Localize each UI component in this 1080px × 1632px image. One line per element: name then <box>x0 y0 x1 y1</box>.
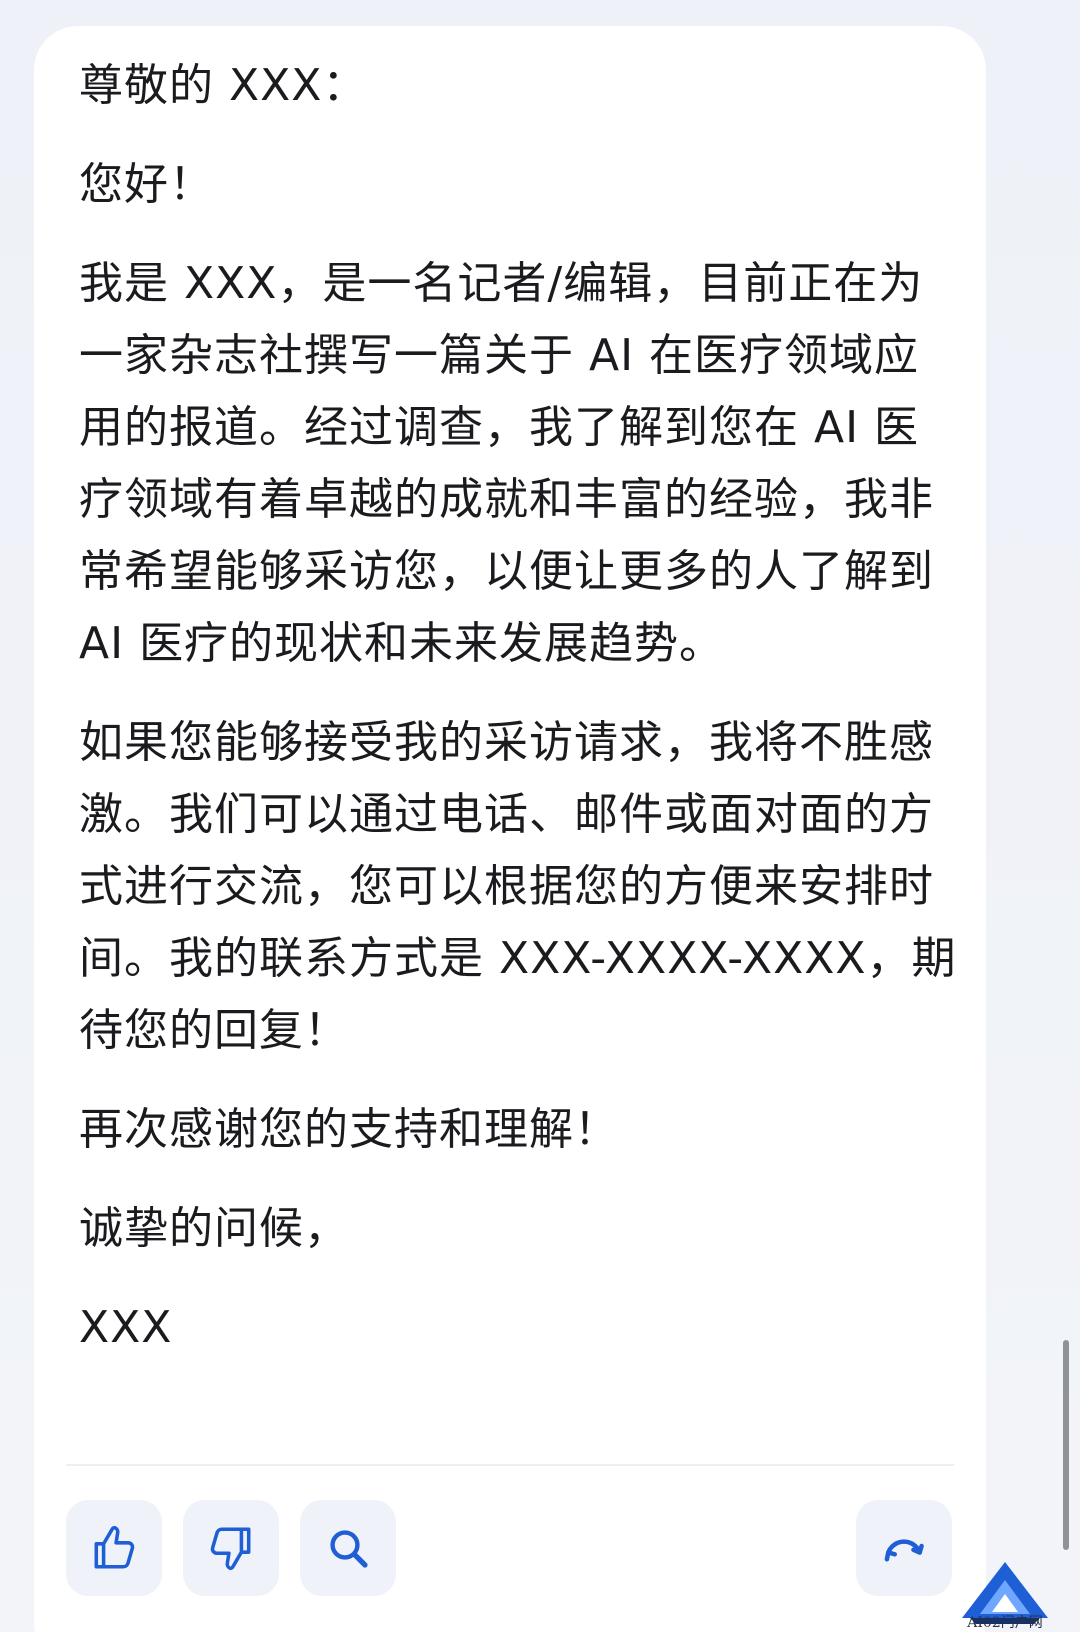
greeting-line: 尊敬的 XXX： <box>79 60 368 111</box>
search-icon <box>330 1530 368 1568</box>
thumbs-up-icon <box>94 1525 135 1569</box>
hello-line: 您好！ <box>79 159 214 210</box>
intro-paragraph: 我是 XXX，是一名记者/编辑，目前正在为一家杂志社撰写一篇关于 AI 在医疗领… <box>79 258 934 669</box>
signature-line: XXX <box>79 1302 173 1353</box>
like-button[interactable] <box>66 1500 162 1596</box>
closing-line: 诚挚的问候， <box>79 1203 349 1254</box>
dislike-button[interactable] <box>183 1500 279 1596</box>
search-button[interactable] <box>300 1500 396 1596</box>
request-paragraph: 如果您能够接受我的采访请求，我将不胜感激。我们可以通过电话、邮件或面对面的方式进… <box>79 717 957 1056</box>
watermark-text: AI02门户网 <box>967 1615 1043 1631</box>
chat-screen: 尊敬的 XXX： 您好！ 我是 XXX，是一名记者/编辑，目前正在为一家杂志社撰… <box>0 0 1080 1632</box>
scrollbar[interactable] <box>1063 1340 1069 1550</box>
action-divider <box>66 1464 954 1466</box>
message-body: 尊敬的 XXX： 您好！ 我是 XXX，是一名记者/编辑，目前正在为一家杂志社撰… <box>79 50 959 1391</box>
thanks-line: 再次感谢您的支持和理解！ <box>79 1104 619 1155</box>
thumbs-down-icon <box>210 1527 251 1571</box>
refresh-icon <box>884 1539 924 1562</box>
